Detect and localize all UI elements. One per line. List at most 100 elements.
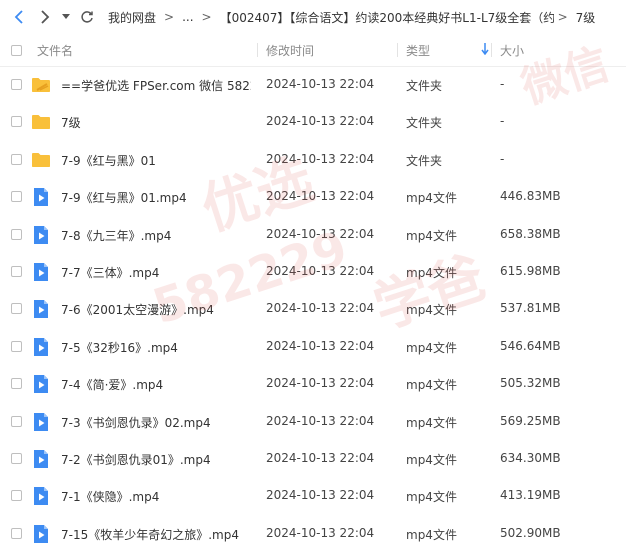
file-modified-time: 2024-10-13 22:04 [266,338,375,353]
file-row[interactable]: 7-7《三体》.mp4 2024-10-13 22:04 mp4文件 615.9… [0,253,626,290]
file-size: 634.30MB [500,450,561,465]
file-row[interactable]: 7-15《牧羊少年奇幻之旅》.mp4 2024-10-13 22:04 mp4文… [0,515,626,552]
file-size: - [500,114,505,129]
breadcrumb-item-current[interactable]: 7级 [572,9,600,26]
row-checkbox[interactable] [11,452,22,464]
refresh-button[interactable] [74,4,100,30]
history-dropdown-button[interactable] [58,4,74,30]
file-row[interactable]: 7-8《九三年》.mp4 2024-10-13 22:04 mp4文件 658.… [0,216,626,253]
file-name[interactable]: 7-8《九三年》.mp4 [61,227,171,244]
sort-down-arrow-icon[interactable] [481,43,489,55]
file-modified-time: 2024-10-13 22:04 [266,376,375,391]
forward-button[interactable] [32,4,58,30]
file-row[interactable]: ==学爸优选 FPSer.com 微信 5822... 2024-10-13 2… [0,66,626,103]
chevron-right-icon: > [164,10,175,24]
file-type: 文件夹 [406,79,443,93]
file-type: mp4文件 [406,265,457,280]
file-list-header: 文件名 修改时间 类型 大小 [0,34,626,67]
video-file-icon [31,262,51,282]
select-all-checkbox[interactable] [11,45,22,56]
file-type: 文件夹 [406,153,443,168]
chevron-right-icon [41,10,50,24]
file-name[interactable]: 7级 [61,114,81,131]
file-row[interactable]: 7-1《侠隐》.mp4 2024-10-13 22:04 mp4文件 413.1… [0,477,626,514]
row-checkbox[interactable] [11,116,22,128]
column-header-type[interactable]: 类型 [406,42,430,59]
file-modified-time: 2024-10-13 22:04 [266,413,375,428]
file-type: 文件夹 [406,116,443,131]
file-type: mp4文件 [406,378,457,393]
chevron-left-icon [14,10,23,24]
row-checkbox[interactable] [11,527,22,539]
row-checkbox[interactable] [11,378,22,390]
file-name[interactable]: 7-7《三体》.mp4 [61,264,159,281]
row-checkbox[interactable] [11,415,22,427]
row-checkbox[interactable] [11,191,22,203]
column-divider [257,43,258,57]
file-row[interactable]: 7-2《书剑恩仇录01》.mp4 2024-10-13 22:04 mp4文件 … [0,440,626,477]
row-checkbox[interactable] [11,228,22,240]
column-divider [491,43,492,57]
file-type: mp4文件 [406,228,457,243]
file-type: mp4文件 [406,490,457,505]
row-checkbox[interactable] [11,490,22,502]
refresh-icon [81,11,93,23]
file-name[interactable]: 7-3《书剑恩仇录》02.mp4 [61,414,211,431]
column-header-name[interactable]: 文件名 [37,42,73,59]
chevron-right-icon: > [557,10,568,24]
file-size: 505.32MB [500,376,561,391]
file-modified-time: 2024-10-13 22:04 [266,189,375,204]
file-row[interactable]: 7-5《32秒16》.mp4 2024-10-13 22:04 mp4文件 54… [0,328,626,365]
file-size: 502.90MB [500,525,561,540]
row-checkbox[interactable] [11,79,22,90]
file-row[interactable]: 7-6《2001太空漫游》.mp4 2024-10-13 22:04 mp4文件… [0,290,626,327]
file-name[interactable]: ==学爸优选 FPSer.com 微信 5822... [61,77,251,94]
file-type: mp4文件 [406,527,457,542]
file-row[interactable]: 7-3《书剑恩仇录》02.mp4 2024-10-13 22:04 mp4文件 … [0,403,626,440]
row-checkbox[interactable] [11,340,22,352]
file-modified-time: 2024-10-13 22:04 [266,77,375,91]
file-name[interactable]: 7-6《2001太空漫游》.mp4 [61,301,214,318]
file-size: 569.25MB [500,413,561,428]
file-row[interactable]: 7级 2024-10-13 22:04 文件夹 - [0,103,626,140]
video-file-icon [31,225,51,245]
file-name[interactable]: 7-4《简·爱》.mp4 [61,376,163,393]
row-checkbox[interactable] [11,153,22,165]
column-divider [397,43,398,57]
file-row[interactable]: 7-9《红与黑》01 2024-10-13 22:04 文件夹 - [0,141,626,178]
file-modified-time: 2024-10-13 22:04 [266,450,375,465]
file-name[interactable]: 7-15《牧羊少年奇幻之旅》.mp4 [61,526,239,543]
file-row[interactable]: 7-4《简·爱》.mp4 2024-10-13 22:04 mp4文件 505.… [0,365,626,402]
file-name[interactable]: 7-9《红与黑》01 [61,152,156,169]
file-size: 546.64MB [500,338,561,353]
file-modified-time: 2024-10-13 22:04 [266,114,375,129]
video-file-icon [31,524,51,544]
file-name[interactable]: 7-2《书剑恩仇录01》.mp4 [61,451,211,468]
file-type: mp4文件 [406,415,457,430]
file-name[interactable]: 7-1《侠隐》.mp4 [61,488,159,505]
column-header-size[interactable]: 大小 [500,42,524,59]
row-checkbox[interactable] [11,265,22,277]
file-modified-time: 2024-10-13 22:04 [266,263,375,278]
video-file-icon [31,187,51,207]
row-checkbox[interactable] [11,303,22,315]
video-file-icon [31,299,51,319]
file-modified-time: 2024-10-13 22:04 [266,525,375,540]
file-type: mp4文件 [406,303,457,318]
chevron-right-icon: > [201,10,212,24]
file-name[interactable]: 7-5《32秒16》.mp4 [61,339,178,356]
breadcrumb-item-parent[interactable]: 【002407】【综合语文】约读200本经典好书L1-L7级全套（约读书房儿..… [216,9,554,26]
file-name[interactable]: 7-9《红与黑》01.mp4 [61,189,187,206]
file-size: 658.38MB [500,226,561,241]
file-size: - [500,77,505,91]
file-list: ==学爸优选 FPSer.com 微信 5822... 2024-10-13 2… [0,66,626,552]
file-modified-time: 2024-10-13 22:04 [266,301,375,316]
breadcrumb-item-ellipsis[interactable]: ... [178,10,197,24]
column-header-time[interactable]: 修改时间 [266,42,314,59]
video-file-icon [31,374,51,394]
back-button[interactable] [6,4,32,30]
file-type: mp4文件 [406,191,457,206]
breadcrumb-item-root[interactable]: 我的网盘 [104,9,160,26]
file-modified-time: 2024-10-13 22:04 [266,151,375,166]
file-row[interactable]: 7-9《红与黑》01.mp4 2024-10-13 22:04 mp4文件 44… [0,178,626,215]
